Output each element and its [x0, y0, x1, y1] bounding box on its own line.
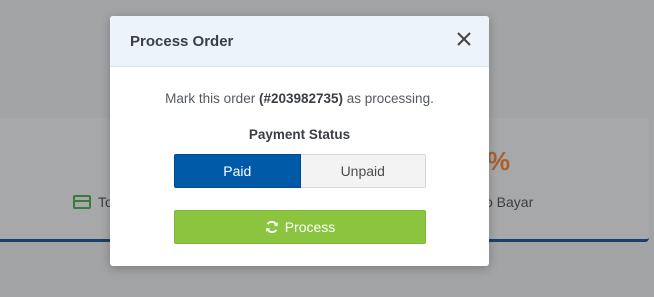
background-stat-value: % [487, 146, 511, 176]
message-suffix: as processing. [343, 91, 434, 106]
close-button[interactable] [455, 30, 473, 48]
modal-title: Process Order [130, 33, 234, 50]
order-reference: (#203982735) [258, 91, 344, 106]
modal-header: Process Order [110, 16, 489, 67]
close-icon [457, 32, 471, 46]
process-button-label: Process [284, 219, 336, 235]
modal-body: Mark this order (#203982735) as processi… [110, 67, 489, 266]
process-button[interactable]: Process [174, 210, 426, 244]
paid-option-button[interactable]: Paid [174, 154, 301, 188]
confirmation-message: Mark this order (#203982735) as processi… [110, 91, 489, 106]
credit-card-icon [73, 195, 91, 209]
payment-status-label: Payment Status [248, 127, 351, 142]
process-order-modal: Process Order Mark this order (#20398273… [110, 16, 489, 266]
unpaid-option-button[interactable]: Unpaid [300, 154, 426, 188]
payment-status-toggle: Paid Unpaid [174, 154, 426, 188]
refresh-icon [265, 221, 278, 233]
background-stat-label-right: o Bayar [485, 194, 534, 210]
page: To % o Bayar Process Order Mark this ord… [0, 0, 654, 297]
message-prefix: Mark this order [165, 91, 259, 106]
